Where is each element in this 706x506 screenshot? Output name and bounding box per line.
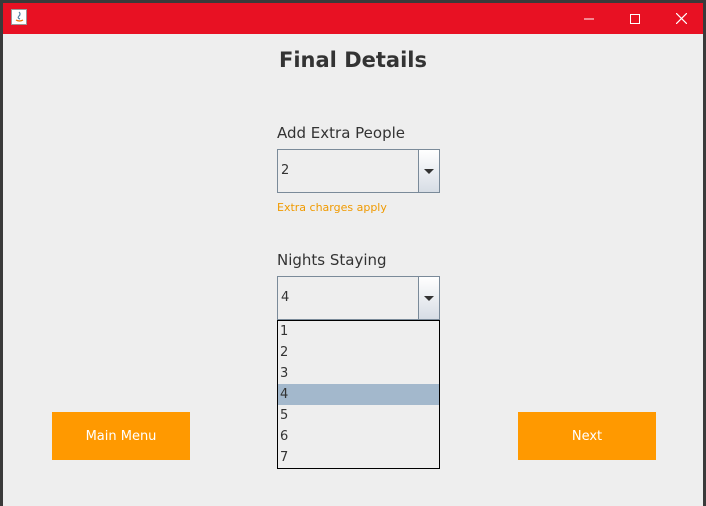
extra-people-label: Add Extra People bbox=[277, 124, 406, 142]
dropdown-option[interactable]: 3 bbox=[278, 363, 439, 384]
next-button[interactable]: Next bbox=[518, 412, 656, 460]
minimize-icon[interactable] bbox=[566, 3, 612, 34]
main-menu-button[interactable]: Main Menu bbox=[52, 412, 190, 460]
extra-charges-note: Extra charges apply bbox=[277, 201, 387, 214]
close-icon[interactable] bbox=[658, 3, 704, 34]
maximize-icon[interactable] bbox=[612, 3, 658, 34]
extra-people-value: 2 bbox=[281, 163, 290, 178]
java-icon[interactable] bbox=[11, 9, 27, 25]
nights-dropdown-list: 1 2 3 4 5 6 7 bbox=[277, 320, 440, 469]
page-title: Final Details bbox=[279, 48, 427, 72]
dropdown-option[interactable]: 6 bbox=[278, 426, 439, 447]
chevron-down-icon[interactable] bbox=[418, 277, 439, 319]
app-window: Final Details Add Extra People 2 Extra c… bbox=[3, 3, 703, 506]
title-bar bbox=[3, 3, 703, 34]
dropdown-option[interactable]: 7 bbox=[278, 447, 439, 468]
nights-value: 4 bbox=[281, 290, 290, 305]
dropdown-option[interactable]: 2 bbox=[278, 342, 439, 363]
nights-label: Nights Staying bbox=[277, 251, 387, 269]
extra-people-combobox[interactable]: 2 bbox=[277, 149, 440, 193]
dropdown-option[interactable]: 1 bbox=[278, 321, 439, 342]
dropdown-option-selected[interactable]: 4 bbox=[278, 384, 439, 405]
nights-combobox[interactable]: 4 bbox=[277, 276, 440, 320]
dropdown-option[interactable]: 5 bbox=[278, 405, 439, 426]
chevron-down-icon[interactable] bbox=[418, 150, 439, 192]
